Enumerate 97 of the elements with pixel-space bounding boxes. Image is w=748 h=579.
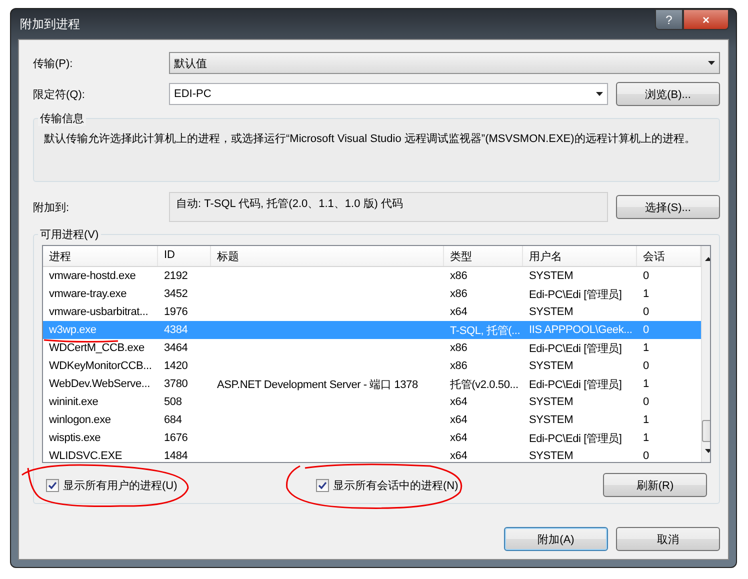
table-cell-text: 0 — [642, 450, 650, 462]
table-cell-text: 0 — [642, 324, 650, 336]
table-cell-text: 0 — [642, 396, 650, 408]
table-cell-text: 1 — [642, 378, 650, 390]
group-title: 可用进程(V) — [38, 227, 101, 242]
checkbox[interactable] — [46, 478, 59, 492]
table-cell-text: WDKeyMonitorCCB... — [48, 360, 153, 372]
table-cell-text: Edi-PC\Edi [管理员] — [528, 378, 623, 392]
scroll-down-icon — [705, 449, 710, 453]
dropdown-arrow-icon — [708, 61, 715, 65]
checkbox[interactable] — [316, 478, 329, 492]
group-title: 传输信息 — [38, 111, 86, 126]
table-cell-text: 1976 — [163, 306, 189, 318]
help-button[interactable]: ? — [655, 9, 683, 30]
table-cell-text: 1420 — [163, 360, 189, 372]
table-cell-text: x64 — [449, 432, 468, 444]
table-cell-text: wisptis.exe — [48, 432, 102, 444]
table-cell-text: SYSTEM — [528, 414, 574, 426]
table-cell-text: x64 — [449, 396, 468, 408]
table-cell-text: x64 — [449, 450, 468, 462]
process-row[interactable]: vmware-hostd.exe 2192 x86 SYSTEM 0 — [43, 267, 701, 285]
table-cell-text: Edi-PC\Edi [管理员] — [528, 288, 623, 302]
table-cell-text: SYSTEM — [528, 360, 574, 372]
table-cell-text: 2192 — [163, 270, 189, 282]
table-cell-text: ASP.NET Development Server - 端口 1378 — [216, 378, 419, 392]
table-cell-text: 3780 — [163, 378, 189, 390]
table-cell-text: 1 — [642, 288, 650, 300]
process-row[interactable]: WebDev.WebServe... 3780 ASP.NET Development Server - 端口 1378 托管(v2.0.50... Edi-PC\Edi [管理员] 1 — [43, 375, 701, 393]
browse-button[interactable]: 浏览(B)... — [616, 82, 720, 106]
table-cell-text: 0 — [642, 360, 650, 372]
table-cell-text: x86 — [449, 270, 468, 282]
column-header[interactable]: 用户名 — [523, 246, 637, 266]
table-cell-text: WDCertM_CCB.exe — [48, 342, 146, 354]
table-cell-text: 1 — [642, 414, 650, 426]
info-text: 默认传输允许选择此计算机上的进程，或选择运行“Microsoft Visual Studio 远程调试监视器”(MSVSMON.EXE)的远程计算机上的进程。 — [44, 132, 696, 146]
table-cell-text: 508 — [163, 396, 183, 408]
table-cell-text: x64 — [449, 306, 468, 318]
table-cell-text: x86 — [449, 360, 468, 372]
select-button[interactable]: 选择(S)... — [616, 195, 720, 219]
table-cell-text: 托管(v2.0.50... — [449, 378, 520, 392]
transport-dropdown[interactable]: 默认值 — [169, 52, 720, 74]
checkbox-label[interactable]: 显示所有用户的进程(U) — [63, 478, 178, 492]
process-row[interactable]: wisptis.exe 1676 x64 Edi-PC\Edi [管理员] 1 — [43, 429, 701, 447]
process-row[interactable]: wininit.exe 508 x64 SYSTEM 0 — [43, 393, 701, 411]
table-cell-text: x64 — [449, 414, 468, 426]
table-cell-text: 1 — [642, 342, 650, 354]
table-cell-text: x86 — [449, 288, 468, 300]
column-header[interactable]: 会话 — [637, 246, 701, 266]
process-row[interactable]: winlogon.exe 684 x64 SYSTEM 1 — [43, 411, 701, 429]
table-cell-text: IIS APPPOOL\Geek... — [528, 324, 634, 336]
process-row[interactable]: vmware-tray.exe 3452 x86 Edi-PC\Edi [管理员] 1 — [43, 285, 701, 303]
table-cell-text: 1 — [642, 432, 650, 444]
table-cell-text: 0 — [642, 270, 650, 282]
checkbox-label[interactable]: 显示所有会话中的进程(N) — [333, 478, 458, 492]
table-cell-text: SYSTEM — [528, 450, 574, 462]
table-cell-text: 1676 — [163, 432, 189, 444]
attach-to-field: 自动: T-SQL 代码, 托管(2.0、1.1、1.0 版) 代码 — [169, 192, 608, 222]
table-cell-text: vmware-usbarbitrat... — [48, 306, 150, 318]
column-header[interactable]: 进程 — [43, 246, 158, 266]
table-cell-text: SYSTEM — [528, 306, 574, 318]
process-row[interactable]: vmware-usbarbitrat... 1976 x64 SYSTEM 0 — [43, 303, 701, 321]
table-cell-text: 4384 — [163, 324, 189, 336]
table-cell-text: 684 — [163, 414, 183, 426]
table-cell-text: x86 — [449, 342, 468, 354]
process-row[interactable]: WDKeyMonitorCCB... 1420 x86 SYSTEM 0 — [43, 357, 701, 375]
field-label: 传输(P): — [33, 56, 74, 70]
table-cell-text: Edi-PC\Edi [管理员] — [528, 342, 623, 356]
table-cell-text: SYSTEM — [528, 270, 574, 282]
table-cell-text: SYSTEM — [528, 396, 574, 408]
table-cell-text: 3452 — [163, 288, 189, 300]
table-cell-text: vmware-tray.exe — [48, 288, 128, 300]
close-button[interactable]: × — [683, 9, 729, 30]
qualifier-combo[interactable]: EDI-PC — [169, 83, 608, 105]
process-row[interactable]: WLIDSVC.EXE 1484 x64 SYSTEM 0 — [43, 447, 701, 462]
table-cell-text: w3wp.exe — [48, 324, 98, 336]
dialog-button[interactable]: 取消 — [616, 527, 720, 551]
table-cell-text: 3464 — [163, 342, 189, 354]
field-label: 附加到: — [33, 200, 70, 214]
column-header[interactable]: 类型 — [444, 246, 523, 266]
table-cell-text: Edi-PC\Edi [管理员] — [528, 432, 623, 446]
window-title: 附加到进程 — [19, 16, 80, 32]
table-cell-text: 0 — [642, 306, 650, 318]
dialog-button[interactable]: 附加(A) — [504, 527, 608, 551]
scroll-up-icon — [705, 257, 710, 261]
table-cell-text: WebDev.WebServe... — [48, 378, 151, 390]
field-label: 限定符(Q): — [33, 88, 86, 102]
process-row[interactable]: WDCertM_CCB.exe 3464 x86 Edi-PC\Edi [管理员] 1 — [43, 339, 701, 357]
dropdown-arrow-icon — [596, 92, 603, 96]
table-cell-text: vmware-hostd.exe — [48, 270, 137, 282]
refresh-button[interactable]: 刷新(R) — [603, 473, 707, 497]
table-cell-text: 1484 — [163, 450, 189, 462]
table-cell-text: T-SQL, 托管(... — [449, 324, 522, 338]
table-cell-text: wininit.exe — [48, 396, 100, 408]
table-cell-text: WLIDSVC.EXE — [48, 450, 123, 462]
table-cell-text: winlogon.exe — [48, 414, 112, 426]
column-header[interactable]: ID — [158, 246, 211, 266]
column-header[interactable]: 标题 — [211, 246, 444, 266]
